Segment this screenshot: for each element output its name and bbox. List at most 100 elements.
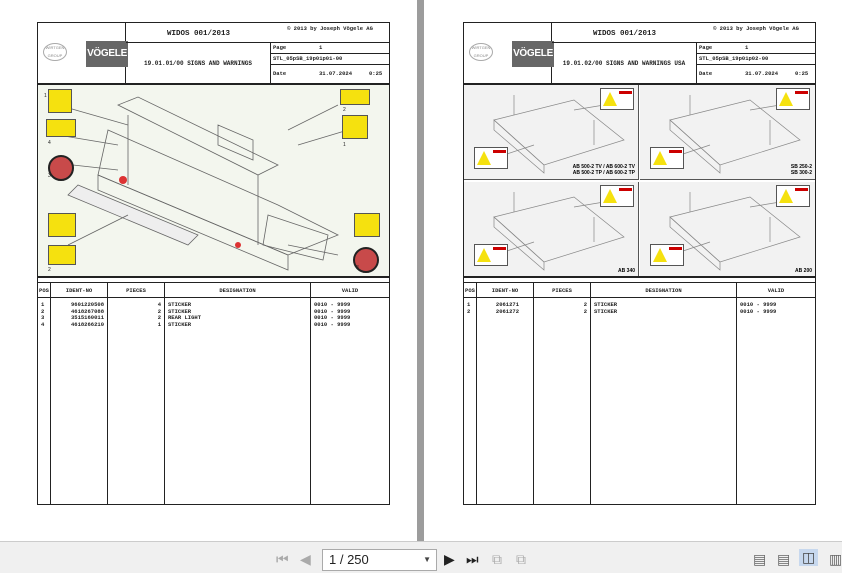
table-column: POS 1 2 3 4 <box>38 283 51 504</box>
model-label: AB 340 <box>618 268 635 274</box>
table-column: DESIGNATION STICKER STICKER <box>591 283 737 504</box>
sticker-hand-warning <box>48 245 76 265</box>
continuous-page-icon[interactable]: ▤ <box>777 551 790 568</box>
copyright: © 2013 by Joseph Vögele AG <box>697 23 815 43</box>
callout: 1 <box>343 142 346 148</box>
model-label: AB 500-2 TP / AB 600-2 TP <box>572 170 635 176</box>
last-page-icon[interactable]: ⏭ <box>466 551 479 568</box>
document-page-2: WIRTGEN GROUP VÖGELE WIDOS 001/2013 © 201… <box>424 0 842 541</box>
section-title: 19.01.01/00 SIGNS AND WARNINGS <box>126 43 271 83</box>
page-label: Page <box>699 44 713 51</box>
callout: 3 <box>356 265 359 271</box>
page-number-select[interactable]: 1 / 250 ▼ <box>322 549 437 571</box>
column-header: IDENT-NO <box>51 283 107 298</box>
date-value: 31.07.2024 <box>319 70 353 77</box>
column-header: VALID <box>311 283 389 298</box>
parts-sheet: WIRTGEN GROUP VÖGELE WIDOS 001/2013 © 201… <box>463 22 816 505</box>
model-label: AB 200 <box>795 268 812 274</box>
wirtgen-logo: WIRTGEN GROUP <box>43 43 67 61</box>
sheet-title: WIDOS 001/2013 <box>552 23 697 43</box>
machine-variant-panel: AB 500-2 TV / AB 600-2 TV AB 500-2 TP / … <box>464 85 639 180</box>
page-indicator: 1 / 250 <box>329 552 369 567</box>
logo-area: WIRTGEN GROUP VÖGELE <box>38 23 128 83</box>
parts-sheet: WIRTGEN GROUP VÖGELE WIDOS 001/2013 © 201… <box>37 22 390 505</box>
sticker-lifting-point <box>48 89 72 113</box>
sticker-lifting-point-2 <box>342 115 368 139</box>
table-column: PIECES 2 2 <box>534 283 591 504</box>
table-cell: 2 <box>467 307 471 315</box>
column-header: IDENT-NO <box>477 283 533 298</box>
next-page-icon[interactable]: ▶ <box>444 551 455 568</box>
time-value: 0:25 <box>795 70 809 77</box>
danger-sticker <box>776 185 810 207</box>
table-column: VALID 0010 - 9999 0010 - 9999 <box>737 283 815 504</box>
logo-area: WIRTGEN GROUP VÖGELE <box>464 23 554 83</box>
model-label: SB 300-2 <box>790 170 812 176</box>
danger-sticker <box>600 88 634 110</box>
callout: 2 <box>343 107 346 113</box>
first-page-icon[interactable]: ⏮ <box>276 551 289 568</box>
table-cell: 0010 - 9999 <box>314 320 351 328</box>
danger-sticker <box>650 147 684 169</box>
vogele-logo: VÖGELE <box>86 41 128 67</box>
two-page-icon[interactable]: ◫ <box>799 549 819 566</box>
chevron-down-icon: ▼ <box>423 555 431 564</box>
danger-sticker <box>474 244 508 266</box>
two-page-continuous-icon[interactable]: ▥ <box>829 551 842 568</box>
danger-sticker <box>650 244 684 266</box>
parts-table: POS 1 2 IDENT-NO 2061271 2061272 PIECES 2 2 DESIG… <box>464 282 815 504</box>
table-column: IDENT-NO 9601220508 4618267088 3515160011 46… <box>51 283 108 504</box>
callout: 4 <box>48 140 51 146</box>
parts-table: POS 1 2 3 4 IDENT-NO 9601220508 4618267088 35151… <box>38 282 389 504</box>
page-label: Page <box>273 44 287 51</box>
time-value: 0:25 <box>369 70 383 77</box>
date-label: Date <box>273 70 287 77</box>
single-page-icon[interactable]: ▤ <box>753 551 766 568</box>
doc-id: STL_05pSB_19p01p01-00 <box>273 55 343 62</box>
back-view-icon[interactable]: ⧉ <box>492 551 502 568</box>
column-header: POS <box>464 283 476 298</box>
callout: 1 <box>44 93 47 99</box>
table-cell: 4 <box>41 320 45 328</box>
section-title: 19.01.02/00 SIGNS AND WARNINGS USA <box>552 43 697 83</box>
sticker-warning-text <box>46 119 76 137</box>
rear-light-sticker <box>48 155 74 181</box>
document-page-1: WIRTGEN GROUP VÖGELE WIDOS 001/2013 © 201… <box>0 0 417 541</box>
sticker-crush-warning-2 <box>354 213 380 237</box>
callout: 2 <box>48 267 51 273</box>
column-header: DESIGNATION <box>591 283 736 298</box>
column-header: VALID <box>737 283 815 298</box>
table-cell: STICKER <box>168 320 192 328</box>
prev-page-icon[interactable]: ◀ <box>300 551 311 568</box>
column-header: PIECES <box>108 283 164 298</box>
machine-illustration <box>57 96 349 271</box>
table-column: VALID 0010 - 9999 0010 - 9999 0010 - 9999 00… <box>311 283 389 504</box>
column-header: DESIGNATION <box>165 283 310 298</box>
exploded-drawing: 1 2 1 3 4 2 3 <box>38 85 389 278</box>
sheet-header: WIRTGEN GROUP VÖGELE WIDOS 001/2013 © 201… <box>464 23 815 85</box>
machine-variant-panel: AB 340 <box>464 182 639 276</box>
column-header: PIECES <box>534 283 590 298</box>
exploded-drawing: AB 500-2 TV / AB 600-2 TV AB 500-2 TP / … <box>464 85 815 278</box>
table-column: DESIGNATION STICKER STICKER REAR LIGHT STICK… <box>165 283 311 504</box>
page-gap <box>417 0 424 541</box>
wirtgen-logo: WIRTGEN GROUP <box>469 43 493 61</box>
sheet-header: WIRTGEN GROUP VÖGELE WIDOS 001/2013 © 201… <box>38 23 389 85</box>
table-cell: 0010 - 9999 <box>740 307 777 315</box>
page-value: 1 <box>745 44 749 51</box>
callout: 3 <box>48 173 51 179</box>
danger-sticker <box>776 88 810 110</box>
table-cell: 2 <box>583 307 587 315</box>
table-cell: STICKER <box>594 307 618 315</box>
table-cell: 4618266210 <box>70 320 104 328</box>
vogele-logo: VÖGELE <box>512 41 554 67</box>
page-value: 1 <box>319 44 323 51</box>
machine-variant-panel: SB 250-2 SB 300-2 <box>640 85 815 180</box>
column-header: POS <box>38 283 50 298</box>
sticker-crush-warning <box>48 213 76 237</box>
danger-sticker <box>474 147 508 169</box>
table-cell: 1 <box>157 320 161 328</box>
table-column: POS 1 2 <box>464 283 477 504</box>
machine-variant-panel: AB 200 <box>640 182 815 276</box>
forward-view-icon[interactable]: ⧉ <box>516 551 526 568</box>
